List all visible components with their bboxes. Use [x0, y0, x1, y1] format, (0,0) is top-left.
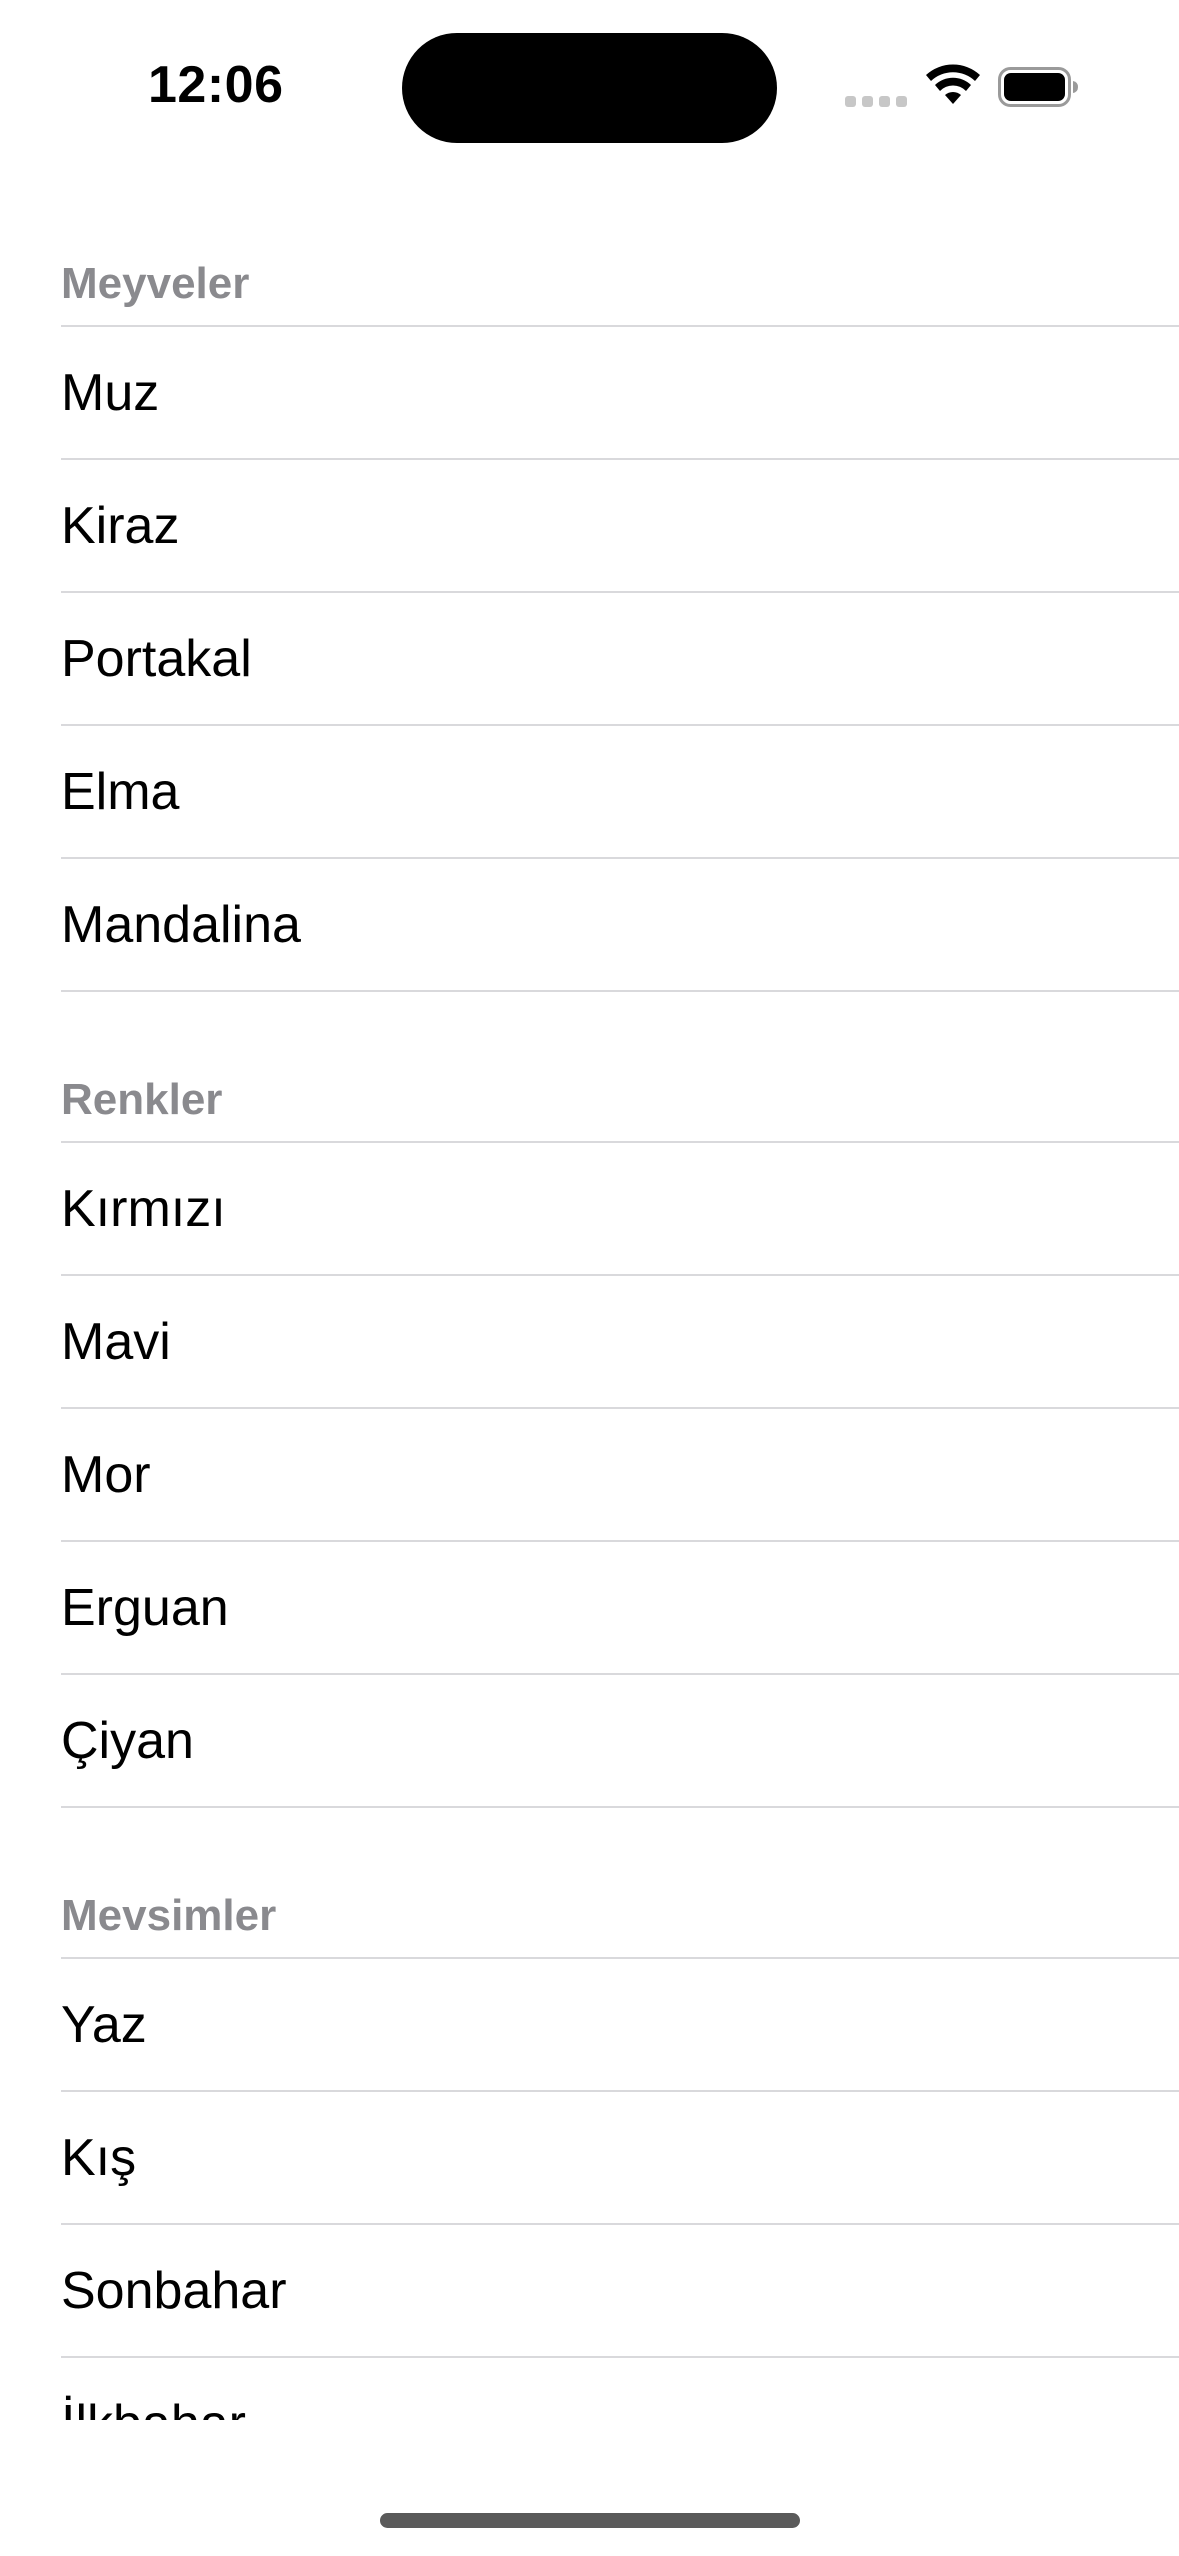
section-header: Mevsimler [0, 1808, 1179, 1959]
list-item[interactable]: Erguan [0, 1542, 1179, 1675]
list-item-label: Mandalina [61, 896, 301, 954]
list-item[interactable]: Sonbahar [0, 2225, 1179, 2358]
status-time: 12:06 [148, 56, 284, 114]
list-item-label: Kış [61, 2129, 137, 2187]
list-item-label: Yaz [61, 1996, 147, 2054]
list-item[interactable]: Elma [0, 726, 1179, 859]
list-item[interactable]: Mandalina [0, 859, 1179, 992]
list-item[interactable]: Yaz [0, 1959, 1179, 2092]
list-item[interactable]: Mor [0, 1409, 1179, 1542]
battery-icon [998, 67, 1078, 107]
list-item-label: Erguan [61, 1579, 229, 1637]
grouped-list[interactable]: Meyveler Muz Kiraz Portakal Elma Mandali… [0, 180, 1179, 2420]
list-item-label: Sonbahar [61, 2262, 287, 2320]
section-meyveler: Meyveler Muz Kiraz Portakal Elma Mandali… [0, 180, 1179, 992]
list-item[interactable]: Kırmızı [0, 1143, 1179, 1276]
section-header: Meyveler [0, 180, 1179, 327]
list-item-label: Mavi [61, 1313, 171, 1371]
list-item[interactable]: Kış [0, 2092, 1179, 2225]
list-item[interactable]: İlkbahar [0, 2358, 1179, 2420]
section-renkler: Renkler Kırmızı Mavi Mor Erguan Çiyan [0, 992, 1179, 1808]
list-item-label: İlkbahar [61, 2394, 246, 2420]
section-header-label: Renkler [61, 1075, 223, 1124]
signal-dots-icon [845, 96, 907, 107]
list-item-label: Kırmızı [61, 1180, 226, 1238]
status-bar: 12:06 [0, 0, 1179, 180]
list-item[interactable]: Çiyan [0, 1675, 1179, 1808]
section-header-label: Meyveler [61, 259, 250, 308]
home-indicator[interactable] [380, 2513, 800, 2528]
list-item-label: Mor [61, 1446, 151, 1504]
list-item-label: Portakal [61, 630, 252, 688]
section-mevsimler: Mevsimler Yaz Kış Sonbahar İlkbahar [0, 1808, 1179, 2420]
list-item-label: Elma [61, 763, 180, 821]
dynamic-island [402, 33, 777, 143]
list-item[interactable]: Portakal [0, 593, 1179, 726]
list-item[interactable]: Kiraz [0, 460, 1179, 593]
list-item-label: Kiraz [61, 497, 180, 555]
section-header-label: Mevsimler [61, 1891, 277, 1940]
section-header: Renkler [0, 992, 1179, 1143]
list-item-label: Muz [61, 364, 160, 422]
list-item-label: Çiyan [61, 1712, 194, 1770]
wifi-icon [926, 64, 980, 104]
list-item[interactable]: Muz [0, 327, 1179, 460]
list-item[interactable]: Mavi [0, 1276, 1179, 1409]
